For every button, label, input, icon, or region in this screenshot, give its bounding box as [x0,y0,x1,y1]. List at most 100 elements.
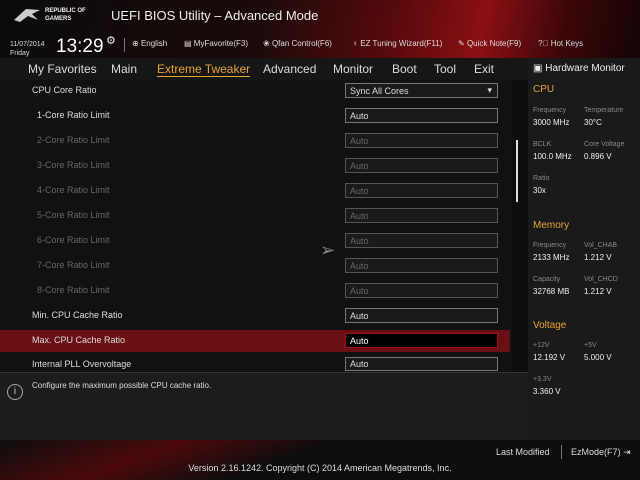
label: 3-Core Ratio Limit [37,160,110,170]
myfavorite-button[interactable]: ▤ MyFavorite(F3) [184,39,248,48]
value: 1.212 V [584,287,612,296]
setting-row[interactable]: Internal PLL Overvoltage Auto [0,357,510,371]
tab-bar: My Favorites Main Extreme Tweaker Advanc… [0,58,528,80]
value-field: Auto [345,158,498,173]
label: 8-Core Ratio Limit [37,285,110,295]
value-field: Auto [345,258,498,273]
footer [0,440,640,480]
label: Internal PLL Overvoltage [32,359,132,369]
bulb-icon: ♀ [352,39,358,48]
label: Hardware Monitor [545,63,625,74]
setting-row: 8-Core Ratio Limit Auto [0,280,510,302]
value: 0.896 V [584,152,612,161]
ezmode-button[interactable]: EzMode(F7) ⇥ [571,447,631,458]
label: 6-Core Ratio Limit [37,235,110,245]
tab-tool[interactable]: Tool [434,62,456,76]
tab-boot[interactable]: Boot [392,62,417,76]
value-field[interactable]: Auto [345,357,498,371]
divider [561,445,562,459]
tab-main[interactable]: Main [111,62,137,76]
value-field: Auto [345,133,498,148]
setting-cpu-core-ratio[interactable]: CPU Core Ratio Sync All Cores ▾ [0,80,510,102]
label: Hot Keys [550,39,584,48]
setting-row-selected[interactable]: Max. CPU Cache Ratio Auto [0,330,510,352]
label: CPU Core Ratio [32,85,97,95]
favorite-icon: ▤ [184,39,192,48]
value: 30°C [584,118,602,127]
label: 7-Core Ratio Limit [37,260,110,270]
value: 3000 MHz [533,118,570,127]
logo-text: REPUBLIC OF GAMERS [45,8,86,22]
value-field: Auto [345,208,498,223]
fan-icon: ❀ [263,39,270,48]
tab-extreme-tweaker[interactable]: Extreme Tweaker [157,62,251,77]
setting-row[interactable]: Min. CPU Cache Ratio Auto [0,305,510,327]
label: Qfan Control(F6) [271,39,332,48]
help-icon: ?⃞ [538,39,549,48]
label: EZ Tuning Wizard(F11) [360,39,443,48]
value: 30x [533,186,546,195]
label: Temperature [584,107,624,114]
label: MyFavorite(F3) [193,39,249,48]
value-field: Auto [345,233,498,248]
label: 2-Core Ratio Limit [37,135,110,145]
label: Ratio [533,175,550,182]
value: 100.0 MHz [533,152,572,161]
qfan-button[interactable]: ❀ Qfan Control(F6) [263,39,332,48]
value-field[interactable]: Auto [345,308,498,323]
monitor-icon: ▣ [533,63,543,74]
settings-list: CPU Core Ratio Sync All Cores ▾ 1-Core Rat… [0,80,512,372]
cpu-section-title: CPU [533,84,555,95]
label: +3.3V [533,376,552,383]
ez-tuning-button[interactable]: ♀ EZ Tuning Wizard(F11) [352,39,442,48]
setting-row: 2-Core Ratio Limit Auto [0,130,510,152]
scrollbar[interactable] [516,140,518,202]
date-text: 11/07/2014 [10,41,45,48]
label: 4-Core Ratio Limit [37,185,110,195]
globe-icon: ⊕ [132,39,139,48]
label: +12V [533,342,550,349]
quick-note-button[interactable]: ✎ Quick Note(F9) [458,39,521,48]
hot-keys-button[interactable]: ?⃞ Hot Keys [538,39,583,48]
value: 5.000 V [584,353,612,362]
value: 2133 MHz [533,253,570,262]
clock: 13:29 [56,36,104,57]
chevron-down-icon: ▾ [487,85,492,95]
value-field: Auto [345,283,498,298]
value: 12.192 V [533,353,566,362]
tab-advanced[interactable]: Advanced [263,62,316,76]
label: Capacity [533,276,561,283]
label: Max. CPU Cache Ratio [32,335,126,345]
label: +5V [584,342,597,349]
label: Frequency [533,242,567,249]
value: Sync All Cores [350,86,409,96]
day-text: Friday [10,50,30,57]
gear-icon[interactable]: ⚙ [106,34,116,47]
value: 1.212 V [584,253,612,262]
label: EzMode(F7) [571,447,621,457]
label: Vol_CHAB [584,242,618,249]
setting-row: 4-Core Ratio Limit Auto [0,180,510,202]
note-icon: ✎ [458,39,465,48]
setting-row: 6-Core Ratio Limit Auto [0,230,510,252]
label: English [140,39,168,48]
tab-monitor[interactable]: Monitor [333,62,373,76]
label: Vol_CHCD [584,276,618,283]
value: 32768 MB [533,287,570,296]
value-field[interactable]: Auto [345,333,498,348]
app-title: UEFI BIOS Utility – Advanced Mode [111,8,319,23]
cpu-core-ratio-select[interactable]: Sync All Cores ▾ [345,83,498,98]
tab-my-favorites[interactable]: My Favorites [28,62,97,76]
rog-logo-icon [14,9,40,22]
setting-row: 3-Core Ratio Limit Auto [0,155,510,177]
setting-row[interactable]: 1-Core Ratio Limit Auto [0,105,510,127]
info-text: Configure the maximum possible CPU cache… [32,381,212,390]
value-field[interactable]: Auto [345,108,498,123]
label: BCLK [533,141,552,148]
hardware-monitor-title: ▣ Hardware Monitor [533,63,625,74]
version-text: Version 2.16.1242. Copyright (C) 2014 Am… [188,463,452,473]
label: Quick Note(F9) [466,39,522,48]
language-button[interactable]: ⊕ English [132,39,167,48]
last-modified-button[interactable]: Last Modified [496,447,550,457]
tab-exit[interactable]: Exit [474,62,494,76]
